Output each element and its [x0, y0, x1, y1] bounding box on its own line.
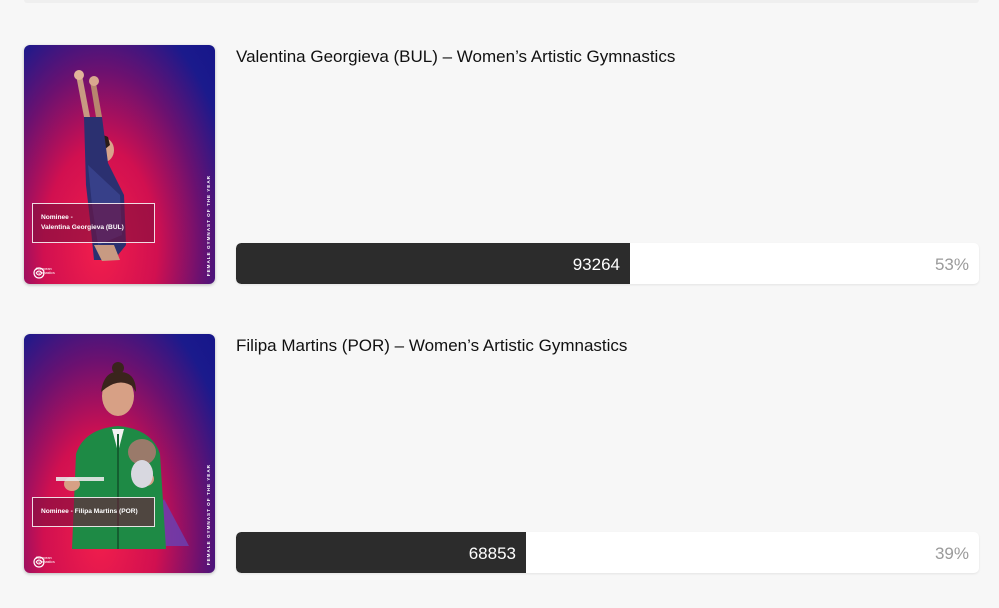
nominee-caption: Nominee - Filipa Martins (POR)	[32, 497, 155, 527]
eg-logo-icon	[33, 266, 45, 279]
gymnast-illustration	[56, 362, 189, 549]
nominee-card-image: Nominee - Filipa Martins (POR) FEMALE GY…	[24, 334, 215, 573]
european-gymnastics-logo: European Gymnastics	[33, 267, 58, 279]
nominee-card-image: Nominee - Valentina Georgieva (BUL) FEMA…	[24, 45, 215, 284]
award-vertical-text: FEMALE GYMNAST OF THE YEAR	[206, 174, 211, 276]
european-gymnastics-logo: European Gymnastics	[33, 556, 58, 568]
vote-bar-fill	[236, 243, 630, 284]
caption-line-1: Nominee - Filipa Martins (POR)	[41, 508, 138, 515]
vote-result-bar[interactable]: 68853 39%	[236, 532, 979, 573]
nominee-caption: Nominee - Valentina Georgieva (BUL)	[32, 203, 155, 243]
vote-result-bar[interactable]: 93264 53%	[236, 243, 979, 284]
nominee-title: Filipa Martins (POR) – Women’s Artistic …	[236, 336, 628, 355]
previous-item-edge	[24, 0, 979, 3]
gymnast-illustration	[74, 70, 126, 261]
vote-count: 93264	[572, 255, 620, 274]
caption-line-2: Valentina Georgieva (BUL)	[41, 224, 124, 231]
vote-percent: 39%	[934, 544, 969, 563]
poll-results-page: Nominee - Valentina Georgieva (BUL) FEMA…	[0, 0, 999, 608]
vote-count: 68853	[468, 544, 516, 563]
nominee-title: Valentina Georgieva (BUL) – Women’s Arti…	[236, 47, 676, 66]
eg-logo-icon	[33, 555, 45, 568]
caption-line-1: Nominee -	[41, 214, 73, 221]
vote-percent: 53%	[934, 255, 969, 274]
award-vertical-text: FEMALE GYMNAST OF THE YEAR	[206, 463, 211, 565]
